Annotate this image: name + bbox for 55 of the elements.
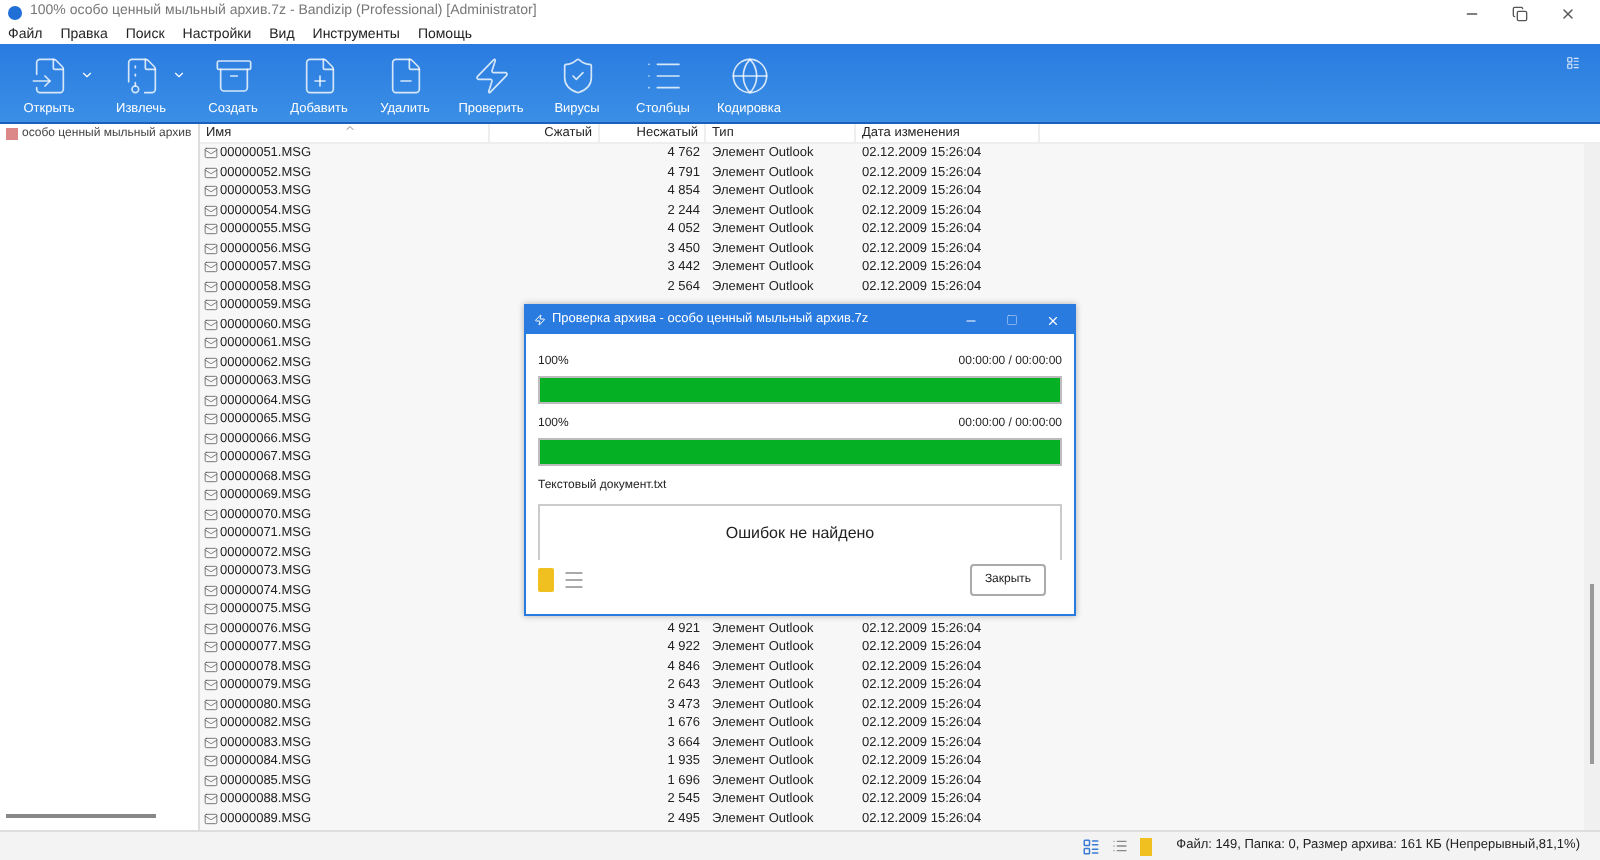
encoding-icon <box>729 56 769 96</box>
mail-icon <box>204 260 218 275</box>
mail-icon <box>204 602 218 617</box>
mail-icon <box>204 773 218 788</box>
test-icon <box>534 314 546 326</box>
mail-icon <box>204 564 218 579</box>
mail-icon <box>204 583 218 598</box>
menu-icon[interactable] <box>562 568 586 592</box>
mail-icon <box>204 336 218 351</box>
mail-icon <box>204 716 218 731</box>
restore-icon[interactable] <box>1512 5 1528 21</box>
mail-icon <box>204 393 218 408</box>
mail-icon <box>204 678 218 693</box>
mail-icon <box>204 146 218 161</box>
dropdown-caret-icon[interactable] <box>172 68 186 82</box>
create-icon <box>213 56 253 96</box>
mail-icon <box>204 469 218 484</box>
vertical-scrollbar[interactable] <box>1584 144 1600 830</box>
mail-icon <box>204 203 218 218</box>
mail-icon <box>204 735 218 750</box>
mail-icon <box>204 659 218 674</box>
mail-icon <box>204 621 218 636</box>
mail-icon <box>204 450 218 465</box>
open-icon <box>29 56 69 96</box>
horizontal-scrollbar[interactable] <box>6 814 156 818</box>
list-view-icon[interactable] <box>1112 838 1129 854</box>
mail-icon <box>204 811 218 826</box>
mail-icon <box>204 545 218 560</box>
layout-icon[interactable] <box>1566 56 1580 70</box>
dropdown-caret-icon[interactable] <box>80 68 94 82</box>
maximize-icon <box>1006 314 1018 326</box>
close-icon[interactable] <box>1560 5 1576 21</box>
mail-icon <box>204 697 218 712</box>
mail-icon <box>204 507 218 522</box>
mail-icon <box>204 488 218 503</box>
mail-icon <box>204 374 218 389</box>
result-panel: Ошибок не найдено <box>538 504 1062 560</box>
test-icon <box>471 56 511 96</box>
mail-icon <box>204 792 218 807</box>
mail-icon <box>204 317 218 332</box>
mail-icon <box>204 298 218 313</box>
archive-icon <box>6 128 18 140</box>
details-view-icon[interactable] <box>1082 837 1101 855</box>
app-logo-icon <box>8 6 22 20</box>
mail-icon <box>204 222 218 237</box>
mail-icon <box>204 412 218 427</box>
mail-icon <box>204 279 218 294</box>
mail-icon <box>204 184 218 199</box>
mail-icon <box>204 526 218 541</box>
mail-icon <box>204 754 218 769</box>
mail-icon <box>204 431 218 446</box>
mail-icon <box>204 241 218 256</box>
mail-icon <box>204 355 218 370</box>
mail-icon <box>204 165 218 180</box>
mail-icon <box>204 640 218 655</box>
